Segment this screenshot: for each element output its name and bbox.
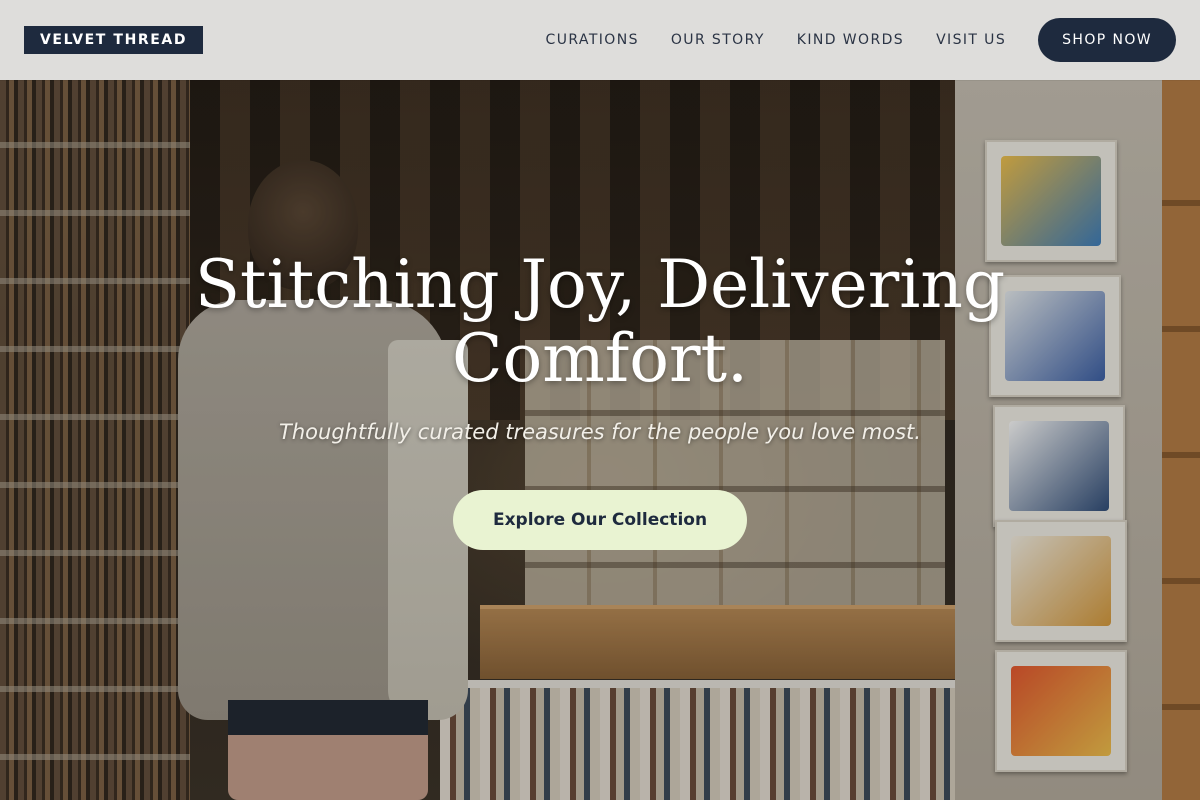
nav-link-visit-us[interactable]: VISIT US — [936, 32, 1006, 48]
hero-section: Stitching Joy, Delivering Comfort. Thoug… — [0, 248, 1200, 550]
hero-subtitle: Thoughtfully curated treasures for the p… — [279, 420, 921, 444]
explore-collection-button[interactable]: Explore Our Collection — [452, 490, 748, 550]
brand-logo[interactable]: VELVET THREAD — [24, 26, 204, 54]
shop-now-button[interactable]: SHOP NOW — [1038, 18, 1176, 62]
nav-link-kind-words[interactable]: KIND WORDS — [797, 32, 904, 48]
hero-title: Stitching Joy, Delivering Comfort. — [194, 246, 1006, 397]
nav-link-curations[interactable]: CURATIONS — [546, 32, 639, 48]
nav-link-our-story[interactable]: OUR STORY — [671, 32, 765, 48]
site-header: VELVET THREAD CURATIONS OUR STORY KIND W… — [0, 0, 1200, 80]
landing-page: VELVET THREAD CURATIONS OUR STORY KIND W… — [0, 0, 1200, 800]
main-nav: CURATIONS OUR STORY KIND WORDS VISIT US — [546, 32, 1007, 48]
